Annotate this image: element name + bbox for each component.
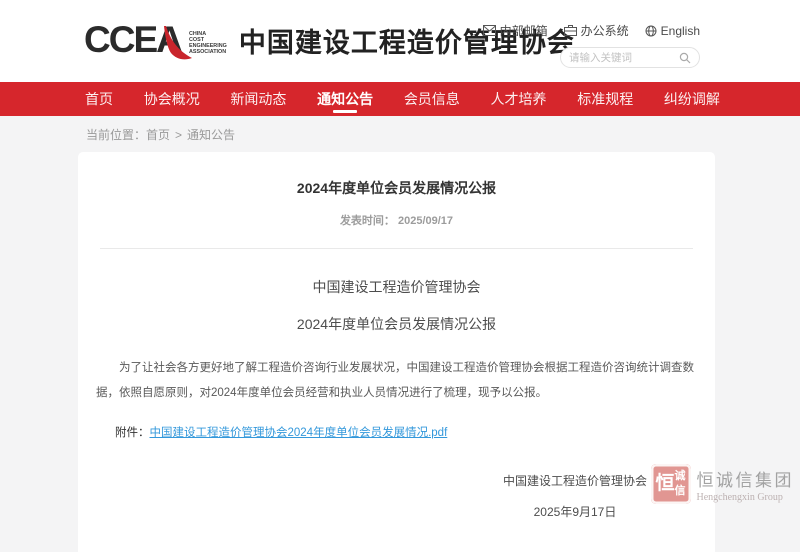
logo-acronym-text: CCEA xyxy=(84,19,181,60)
signature-date: 2025年9月17日 xyxy=(503,503,647,520)
attachment-label: 附件： xyxy=(115,427,150,439)
search-icon[interactable] xyxy=(679,52,691,64)
watermark-name-en: Hengchengxin Group xyxy=(697,492,795,503)
internal-mail-link[interactable]: 内部邮箱 xyxy=(483,22,548,39)
document-paragraph: 为了让社会各方更好地了解工程造价咨询行业发展状况，中国建设工程造价管理协会根据工… xyxy=(92,356,701,406)
nav-item-mediation[interactable]: 纠纷调解 xyxy=(664,82,720,116)
nav-item-training[interactable]: 人才培养 xyxy=(491,82,547,116)
divider xyxy=(100,248,693,249)
nav-item-notices[interactable]: 通知公告 xyxy=(317,82,373,116)
breadcrumb-separator: > xyxy=(175,128,182,142)
nav-item-home[interactable]: 首页 xyxy=(85,82,113,116)
english-link[interactable]: English xyxy=(645,24,700,38)
nav-item-standards[interactable]: 标准规程 xyxy=(577,82,633,116)
article-publish-date: 发表时间： 2025/09/17 xyxy=(92,212,701,228)
briefcase-icon xyxy=(564,25,577,36)
globe-icon xyxy=(645,25,657,37)
watermark-name-cn: 恒诚信集团 xyxy=(697,466,795,491)
nav-item-members[interactable]: 会员信息 xyxy=(404,82,460,116)
header-utility: 内部邮箱 办公系统 English xyxy=(483,22,700,68)
hengchengxin-watermark: 恒 诚 信 恒诚信集团 Hengchengxin Group xyxy=(651,464,795,504)
nav-item-news[interactable]: 新闻动态 xyxy=(230,82,286,116)
office-system-link[interactable]: 办公系统 xyxy=(564,22,629,39)
search-box xyxy=(560,47,700,68)
article-card: 2024年度单位会员发展情况公报 发表时间： 2025/09/17 中国建设工程… xyxy=(78,152,715,552)
logo-subtext: CHINA COST ENGINEERING ASSOCIATION xyxy=(189,20,233,60)
signature-org: 中国建设工程造价管理协会 xyxy=(503,472,647,489)
nav-item-notices-label: 通知公告 xyxy=(317,91,373,107)
document-org-heading: 中国建设工程造价管理协会 xyxy=(92,277,701,297)
document-title-heading: 2024年度单位会员发展情况公报 xyxy=(92,314,701,334)
active-tab-indicator xyxy=(333,110,357,113)
attachment-pdf-link[interactable]: 中国建设工程造价管理协会2024年度单位会员发展情况.pdf xyxy=(150,427,448,439)
mail-icon xyxy=(483,25,496,36)
main-nav: 首页 协会概况 新闻动态 通知公告 会员信息 人才培养 标准规程 纠纷调解 xyxy=(0,82,800,116)
nav-item-about[interactable]: 协会概况 xyxy=(144,82,200,116)
office-system-label: 办公系统 xyxy=(581,22,629,39)
english-label: English xyxy=(661,24,700,38)
breadcrumb-current: 通知公告 xyxy=(187,128,235,142)
article-title: 2024年度单位会员发展情况公报 xyxy=(92,152,701,198)
seal-char-top-right: 诚 xyxy=(675,470,686,483)
breadcrumb-home-link[interactable]: 首页 xyxy=(146,128,170,142)
search-input[interactable] xyxy=(569,52,679,64)
breadcrumb-prefix: 当前位置： xyxy=(86,128,146,142)
logo-acronym: CCEA xyxy=(84,20,185,60)
attachment-row: 附件：中国建设工程造价管理协会2024年度单位会员发展情况.pdf xyxy=(92,424,701,440)
breadcrumb: 当前位置：首页 > 通知公告 xyxy=(0,116,800,152)
site-header: CCEA CHINA COST ENGINEERING ASSOCIATION … xyxy=(0,0,800,82)
internal-mail-label: 内部邮箱 xyxy=(500,22,548,39)
hengchengxin-seal-icon: 恒 诚 信 xyxy=(651,464,691,504)
signature-block: 中国建设工程造价管理协会 2025年9月17日 xyxy=(92,472,701,521)
seal-char-bottom-right: 信 xyxy=(675,485,686,498)
logo-subtext-line: ASSOCIATION xyxy=(189,48,215,54)
seal-char-left: 恒 xyxy=(656,469,675,499)
